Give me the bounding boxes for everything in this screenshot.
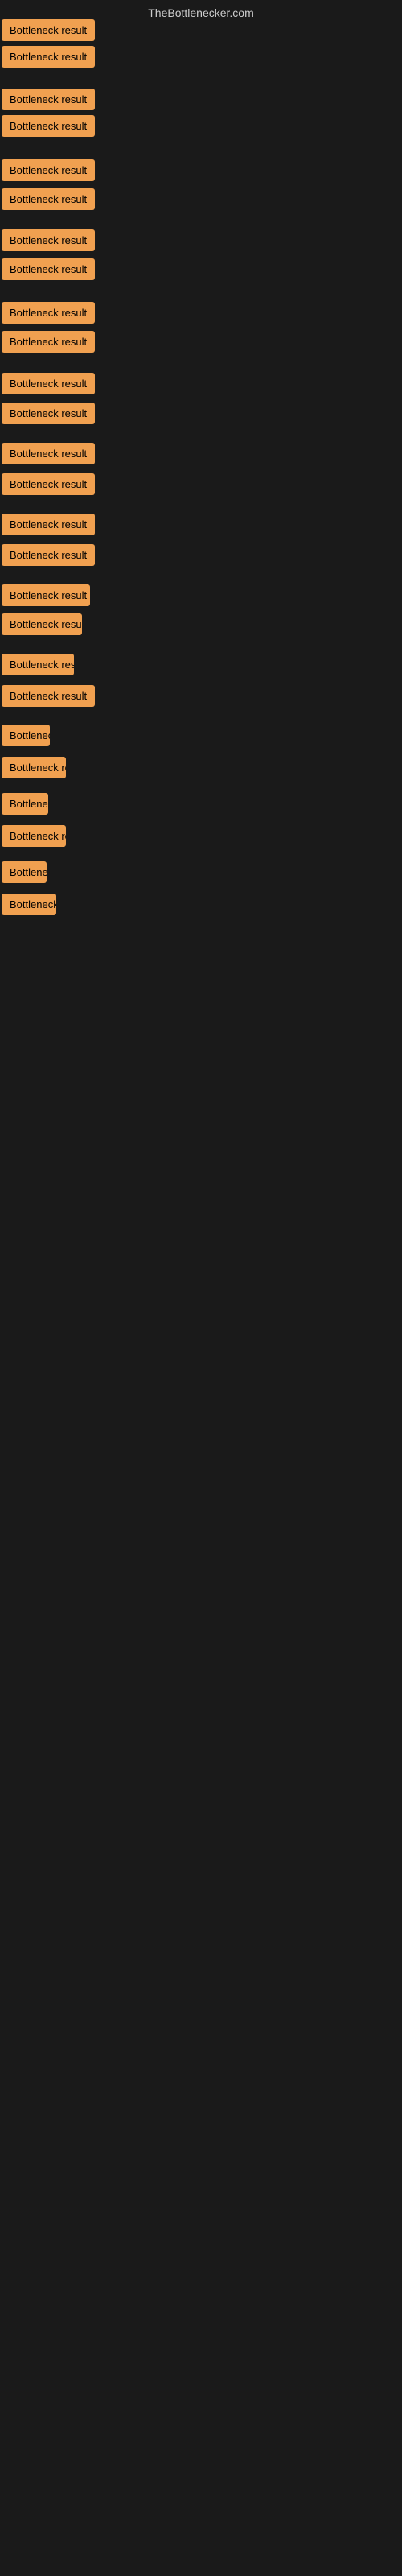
bottleneck-result-button-21[interactable]: Bottleneck result	[2, 724, 50, 746]
bottleneck-result-button-12[interactable]: Bottleneck result	[2, 402, 95, 424]
bottleneck-result-button-10[interactable]: Bottleneck result	[2, 331, 95, 353]
bottleneck-result-button-24[interactable]: Bottleneck result	[2, 825, 66, 847]
bottleneck-result-button-19[interactable]: Bottleneck result	[2, 654, 74, 675]
bottleneck-result-button-5[interactable]: Bottleneck result	[2, 159, 95, 181]
bottleneck-result-button-8[interactable]: Bottleneck result	[2, 258, 95, 280]
bottleneck-result-button-1[interactable]: Bottleneck result	[2, 19, 95, 41]
bottleneck-result-button-2[interactable]: Bottleneck result	[2, 46, 95, 68]
bottleneck-result-button-18[interactable]: Bottleneck result	[2, 613, 82, 635]
bottleneck-result-button-4[interactable]: Bottleneck result	[2, 115, 95, 137]
bottleneck-result-button-13[interactable]: Bottleneck result	[2, 443, 95, 464]
bottleneck-result-button-15[interactable]: Bottleneck result	[2, 514, 95, 535]
bottleneck-result-button-22[interactable]: Bottleneck result	[2, 757, 66, 778]
bottleneck-result-button-17[interactable]: Bottleneck result	[2, 584, 90, 606]
bottleneck-result-button-20[interactable]: Bottleneck result	[2, 685, 95, 707]
bottleneck-result-button-14[interactable]: Bottleneck result	[2, 473, 95, 495]
bottleneck-result-button-25[interactable]: Bottleneck result	[2, 861, 47, 883]
bottleneck-result-button-16[interactable]: Bottleneck result	[2, 544, 95, 566]
bottleneck-result-button-7[interactable]: Bottleneck result	[2, 229, 95, 251]
bottleneck-result-button-11[interactable]: Bottleneck result	[2, 373, 95, 394]
bottleneck-result-button-9[interactable]: Bottleneck result	[2, 302, 95, 324]
bottleneck-result-button-26[interactable]: Bottleneck result	[2, 894, 56, 915]
bottleneck-result-button-23[interactable]: Bottleneck result	[2, 793, 48, 815]
bottleneck-result-button-3[interactable]: Bottleneck result	[2, 89, 95, 110]
bottleneck-result-button-6[interactable]: Bottleneck result	[2, 188, 95, 210]
